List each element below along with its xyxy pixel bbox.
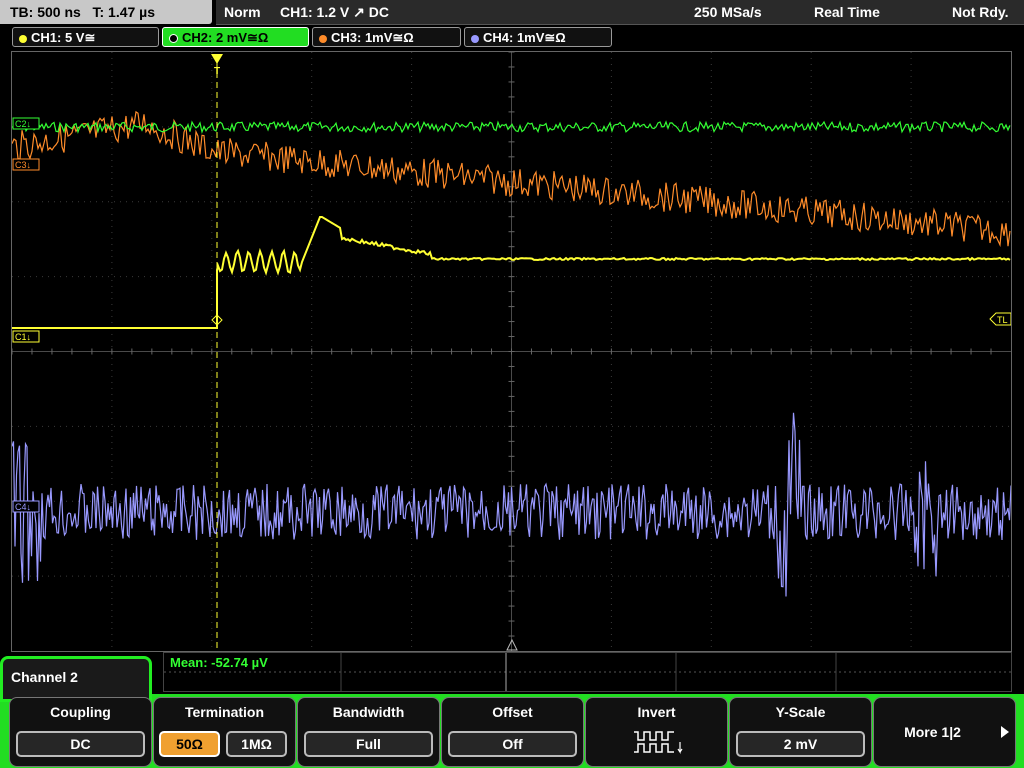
yscale-softkey[interactable]: Y-Scale 2 mV [729, 697, 872, 767]
sample-rate: 250 MSa/s [694, 4, 762, 20]
menu-title: Channel 2 [0, 656, 152, 702]
channel-tab-1[interactable]: CH1: 5 V≅ [12, 27, 159, 47]
trigger-mode[interactable]: Norm [224, 1, 261, 23]
timebase-box[interactable]: TB: 500 ns T: 1.47 µs [0, 0, 212, 24]
acquisition-mode: Real Time [814, 4, 880, 20]
measurement-grid [164, 653, 1011, 691]
offset-caption: Offset [492, 704, 533, 720]
channel-1-marker[interactable]: C1↓ [12, 330, 40, 343]
channel-4-label: CH4: 1mV≅Ω [483, 30, 566, 45]
channel-4-marker[interactable]: C4↓ [12, 500, 40, 513]
channel-3-marker[interactable]: C3↓ [12, 158, 40, 171]
trigger-marker-icon[interactable] [211, 54, 223, 64]
trigger-source[interactable]: CH1: 1.2 V ↗ DC [280, 1, 389, 23]
channel-3-label: CH3: 1mV≅Ω [331, 30, 414, 45]
termination-1mohm-option[interactable]: 1MΩ [226, 731, 287, 757]
arrow-right-icon [1001, 726, 1009, 738]
channel-3-dot-icon [319, 34, 327, 43]
timebase-value: TB: 500 ns [10, 4, 81, 20]
yscale-value[interactable]: 2 mV [736, 731, 865, 757]
measurement-mean[interactable]: Mean: -52.74 µV [170, 655, 268, 670]
channel-tab-3[interactable]: CH3: 1mV≅Ω [312, 27, 461, 47]
svg-text:C2↓: C2↓ [15, 119, 31, 129]
channel-tab-2[interactable]: CH2: 2 mV≅Ω [162, 27, 309, 47]
grid [11, 51, 1011, 651]
coupling-value[interactable]: DC [16, 731, 145, 757]
more-caption: More 1|2 [904, 724, 961, 740]
termination-50ohm-option[interactable]: 50Ω [159, 731, 220, 757]
trigger-time-value: T: 1.47 µs [92, 4, 156, 20]
coupling-caption: Coupling [50, 704, 111, 720]
invert-waveform-icon [634, 731, 683, 754]
status-bar: Norm CH1: 1.2 V ↗ DC 250 MSa/s Real Time… [216, 0, 1024, 25]
svg-text:C4↓: C4↓ [15, 502, 31, 512]
channel-2-dot-icon [169, 34, 178, 44]
invert-caption: Invert [637, 704, 676, 720]
channel-tab-4[interactable]: CH4: 1mV≅Ω [464, 27, 612, 47]
offset-value[interactable]: Off [448, 731, 577, 757]
bandwidth-caption: Bandwidth [332, 704, 405, 720]
channel-4-dot-icon [471, 34, 479, 43]
channel-1-label: CH1: 5 V≅ [31, 30, 96, 45]
channel-tabs: CH1: 5 V≅ CH2: 2 mV≅Ω CH3: 1mV≅Ω CH4: 1m… [0, 27, 1024, 49]
ready-status: Not Rdy. [952, 4, 1009, 20]
channel-1-dot-icon [19, 34, 27, 43]
measurement-panel: Mean: -52.74 µV [163, 652, 1012, 692]
bandwidth-value[interactable]: Full [304, 731, 433, 757]
yscale-caption: Y-Scale [775, 704, 826, 720]
coupling-softkey[interactable]: Coupling DC [9, 697, 152, 767]
svg-text:TL: TL [997, 315, 1008, 325]
svg-text:C3↓: C3↓ [15, 160, 31, 170]
bandwidth-softkey[interactable]: Bandwidth Full [297, 697, 440, 767]
trigger-level-marker[interactable]: TL [989, 312, 1012, 326]
channel-2-marker[interactable]: C2↓ [12, 117, 40, 130]
offset-softkey[interactable]: Offset Off [441, 697, 584, 767]
header-bar: TB: 500 ns T: 1.47 µs Norm CH1: 1.2 V ↗ … [0, 0, 1024, 26]
more-softkey[interactable]: More 1|2 [873, 697, 1016, 767]
invert-softkey[interactable]: Invert [585, 697, 728, 767]
waveform-display[interactable]: T C2↓ C3↓ C1↓ C4↓ TL [11, 51, 1012, 652]
trigger-marker-label: T [214, 66, 220, 77]
waveform-canvas: T C2↓ C3↓ C1↓ C4↓ TL [11, 51, 1012, 651]
svg-text:C1↓: C1↓ [15, 332, 31, 342]
termination-softkey[interactable]: Termination 50Ω 1MΩ [153, 697, 296, 767]
termination-caption: Termination [184, 704, 265, 720]
channel-2-label: CH2: 2 mV≅Ω [182, 30, 269, 45]
